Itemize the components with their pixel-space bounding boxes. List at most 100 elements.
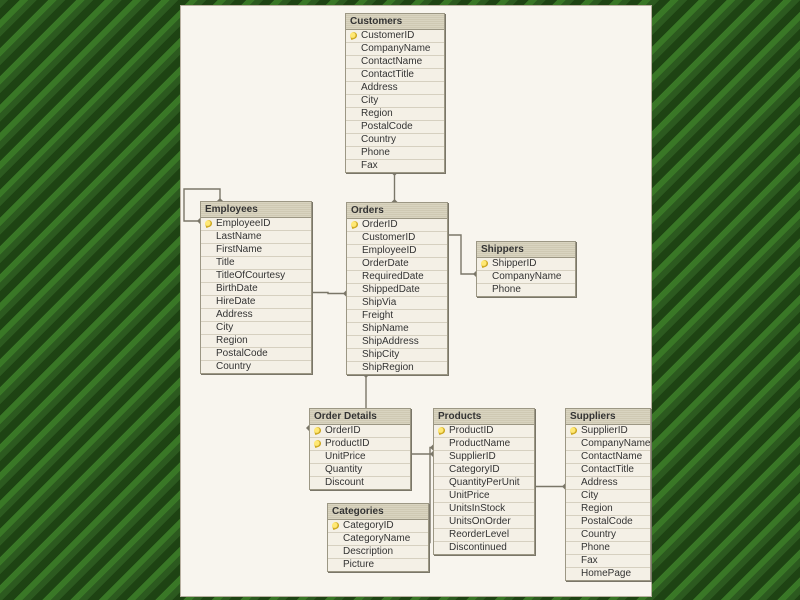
field-row[interactable]: UnitsInStock (434, 503, 534, 516)
field-row[interactable]: ContactName (346, 56, 444, 69)
field-row[interactable]: HomePage (566, 568, 650, 580)
field-row[interactable]: City (346, 95, 444, 108)
field-row[interactable]: Quantity (310, 464, 410, 477)
field-icon-empty (570, 505, 578, 513)
field-row[interactable]: ContactTitle (566, 464, 650, 477)
field-row[interactable]: EmployeeID (201, 218, 311, 231)
field-row[interactable]: OrderID (310, 425, 410, 438)
field-row[interactable]: Country (346, 134, 444, 147)
field-row[interactable]: ShipAddress (347, 336, 447, 349)
field-row[interactable]: LastName (201, 231, 311, 244)
field-row[interactable]: Title (201, 257, 311, 270)
field-row[interactable]: Fax (346, 160, 444, 172)
field-row[interactable]: BirthDate (201, 283, 311, 296)
field-icon-empty (438, 505, 446, 513)
field-row[interactable]: PostalCode (566, 516, 650, 529)
field-row[interactable]: Picture (328, 559, 428, 571)
field-row[interactable]: CategoryID (328, 520, 428, 533)
field-row[interactable]: CategoryName (328, 533, 428, 546)
field-icon-empty (570, 466, 578, 474)
field-icon-empty (205, 298, 213, 306)
table-title: Suppliers (566, 409, 650, 425)
field-icon-empty (205, 259, 213, 267)
field-row[interactable]: EmployeeID (347, 245, 447, 258)
field-row[interactable]: Description (328, 546, 428, 559)
table-employees[interactable]: EmployeesEmployeeIDLastNameFirstNameTitl… (200, 201, 312, 374)
field-row[interactable]: Country (566, 529, 650, 542)
field-label: Address (361, 82, 398, 94)
table-body: OrderIDCustomerIDEmployeeIDOrderDateRequ… (347, 219, 447, 374)
field-row[interactable]: ReorderLevel (434, 529, 534, 542)
field-row[interactable]: TitleOfCourtesy (201, 270, 311, 283)
field-label: CategoryID (449, 464, 500, 476)
field-row[interactable]: SupplierID (566, 425, 650, 438)
field-row[interactable]: PostalCode (201, 348, 311, 361)
field-row[interactable]: ProductName (434, 438, 534, 451)
table-orderdetails[interactable]: Order DetailsOrderIDProductIDUnitPriceQu… (309, 408, 411, 490)
field-row[interactable]: HireDate (201, 296, 311, 309)
field-row[interactable]: SupplierID (434, 451, 534, 464)
field-row[interactable]: ShipCity (347, 349, 447, 362)
field-row[interactable]: Address (201, 309, 311, 322)
field-row[interactable]: Country (201, 361, 311, 373)
field-row[interactable]: UnitsOnOrder (434, 516, 534, 529)
field-row[interactable]: ProductID (434, 425, 534, 438)
field-row[interactable]: OrderDate (347, 258, 447, 271)
field-row[interactable]: Phone (477, 284, 575, 296)
field-row[interactable]: CategoryID (434, 464, 534, 477)
field-row[interactable]: ShipperID (477, 258, 575, 271)
field-row[interactable]: Freight (347, 310, 447, 323)
field-row[interactable]: CompanyName (346, 43, 444, 56)
field-row[interactable]: ShipRegion (347, 362, 447, 374)
field-icon-empty (350, 58, 358, 66)
field-row[interactable]: Region (346, 108, 444, 121)
field-row[interactable]: RequiredDate (347, 271, 447, 284)
field-label: Country (216, 361, 251, 373)
diagram-canvas: CustomersCustomerIDCompanyNameContactNam… (180, 5, 652, 597)
field-row[interactable]: QuantityPerUnit (434, 477, 534, 490)
field-label: Description (343, 546, 393, 558)
field-row[interactable]: Phone (346, 147, 444, 160)
field-row[interactable]: Discontinued (434, 542, 534, 554)
field-row[interactable]: ContactTitle (346, 69, 444, 82)
field-row[interactable]: FirstName (201, 244, 311, 257)
field-row[interactable]: City (566, 490, 650, 503)
field-row[interactable]: ContactName (566, 451, 650, 464)
field-row[interactable]: Address (566, 477, 650, 490)
field-icon-empty (570, 440, 578, 448)
table-products[interactable]: ProductsProductIDProductNameSupplierIDCa… (433, 408, 535, 555)
field-row[interactable]: ShippedDate (347, 284, 447, 297)
field-row[interactable]: UnitPrice (310, 451, 410, 464)
field-row[interactable]: Discount (310, 477, 410, 489)
field-row[interactable]: CompanyName (477, 271, 575, 284)
field-icon-empty (351, 299, 359, 307)
field-row[interactable]: Fax (566, 555, 650, 568)
field-row[interactable]: Region (201, 335, 311, 348)
field-row[interactable]: CustomerID (346, 30, 444, 43)
field-label: SupplierID (581, 425, 628, 437)
field-label: Discontinued (449, 542, 507, 554)
field-label: ShipCity (362, 349, 399, 361)
field-row[interactable]: CompanyName (566, 438, 650, 451)
table-orders[interactable]: OrdersOrderIDCustomerIDEmployeeIDOrderDa… (346, 202, 448, 375)
field-row[interactable]: PostalCode (346, 121, 444, 134)
field-row[interactable]: Region (566, 503, 650, 516)
field-row[interactable]: ShipName (347, 323, 447, 336)
field-row[interactable]: City (201, 322, 311, 335)
field-row[interactable]: UnitPrice (434, 490, 534, 503)
table-customers[interactable]: CustomersCustomerIDCompanyNameContactNam… (345, 13, 445, 173)
table-shippers[interactable]: ShippersShipperIDCompanyNamePhone (476, 241, 576, 297)
field-icon-empty (438, 453, 446, 461)
field-row[interactable]: Address (346, 82, 444, 95)
field-row[interactable]: CustomerID (347, 232, 447, 245)
table-suppliers[interactable]: SuppliersSupplierIDCompanyNameContactNam… (565, 408, 651, 581)
field-label: OrderID (325, 425, 361, 437)
table-categories[interactable]: CategoriesCategoryIDCategoryNameDescript… (327, 503, 429, 572)
table-body: OrderIDProductIDUnitPriceQuantityDiscoun… (310, 425, 410, 489)
field-row[interactable]: Phone (566, 542, 650, 555)
field-label: HireDate (216, 296, 255, 308)
field-row[interactable]: OrderID (347, 219, 447, 232)
field-row[interactable]: ProductID (310, 438, 410, 451)
field-row[interactable]: ShipVia (347, 297, 447, 310)
field-label: Fax (581, 555, 598, 567)
